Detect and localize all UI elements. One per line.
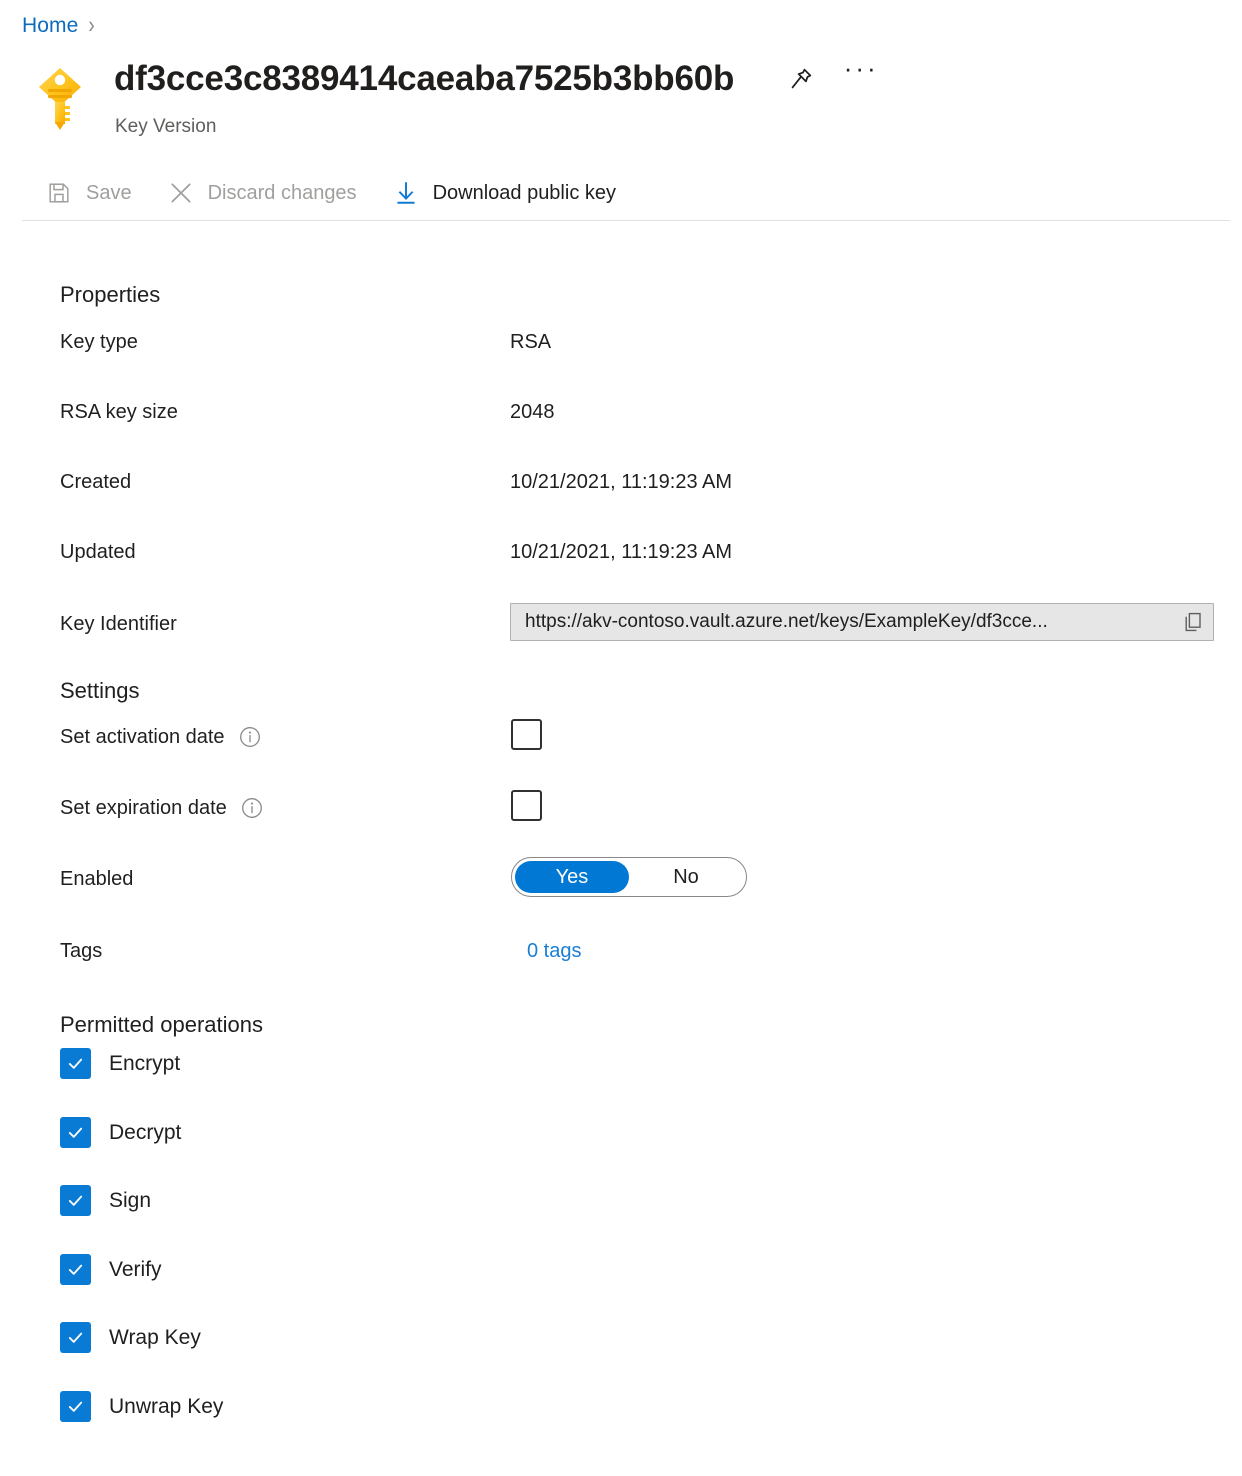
encrypt-label: Encrypt	[109, 1050, 180, 1078]
encrypt-checkbox[interactable]	[60, 1048, 91, 1079]
permitted-operation-row[interactable]: Encrypt	[0, 1048, 180, 1079]
command-bar: Save Discard changes Download public key	[36, 172, 642, 214]
set-expiration-date-text: Set expiration date	[60, 794, 227, 822]
verify-label: Verify	[109, 1256, 162, 1284]
permitted-operation-row[interactable]: Decrypt	[0, 1117, 181, 1148]
save-label: Save	[86, 180, 132, 206]
permitted-operation-row[interactable]: Wrap Key	[0, 1322, 201, 1353]
wrap-key-checkbox[interactable]	[60, 1322, 91, 1353]
permitted-operation-row[interactable]: Sign	[0, 1185, 151, 1216]
key-identifier-label: Key Identifier	[60, 610, 177, 638]
unwrap-key-checkbox[interactable]	[60, 1391, 91, 1422]
save-icon	[46, 180, 72, 206]
key-type-label: Key type	[60, 328, 138, 356]
tags-link[interactable]: 0 tags	[527, 937, 581, 965]
breadcrumb: Home ›	[22, 12, 95, 40]
command-bar-divider	[22, 220, 1230, 221]
sign-checkbox[interactable]	[60, 1185, 91, 1216]
key-icon	[30, 62, 90, 132]
unwrap-key-label: Unwrap Key	[109, 1393, 223, 1421]
settings-heading: Settings	[60, 676, 140, 706]
permitted-operation-row[interactable]: Verify	[0, 1254, 162, 1285]
set-expiration-date-checkbox[interactable]	[511, 790, 542, 821]
created-value: 10/21/2021, 11:19:23 AM	[510, 468, 732, 496]
decrypt-label: Decrypt	[109, 1119, 181, 1147]
tags-label: Tags	[60, 937, 102, 965]
updated-label: Updated	[60, 538, 136, 566]
key-identifier-value: https://akv-contoso.vault.azure.net/keys…	[525, 609, 1179, 635]
page-subtitle: Key Version	[115, 114, 216, 140]
set-activation-date-text: Set activation date	[60, 723, 225, 751]
breadcrumb-home-link[interactable]: Home	[22, 12, 78, 40]
info-icon[interactable]	[241, 797, 263, 819]
save-button[interactable]: Save	[36, 172, 142, 214]
set-activation-date-checkbox[interactable]	[511, 719, 542, 750]
wrap-key-label: Wrap Key	[109, 1324, 201, 1352]
rsa-key-size-label: RSA key size	[60, 398, 178, 426]
enabled-toggle-no[interactable]: No	[629, 861, 743, 893]
discard-changes-button[interactable]: Discard changes	[158, 172, 367, 214]
set-activation-date-label: Set activation date	[60, 723, 261, 751]
discard-changes-label: Discard changes	[208, 180, 357, 206]
rsa-key-size-value: 2048	[510, 398, 555, 426]
page-header: df3cce3c8389414caeaba7525b3bb60b ··· Key…	[22, 56, 1220, 152]
sign-label: Sign	[109, 1187, 151, 1215]
properties-heading: Properties	[60, 280, 160, 310]
permitted-operations-heading: Permitted operations	[60, 1010, 263, 1040]
enabled-toggle[interactable]: Yes No	[511, 857, 747, 897]
created-label: Created	[60, 468, 131, 496]
download-public-key-label: Download public key	[433, 180, 616, 206]
key-identifier-field[interactable]: https://akv-contoso.vault.azure.net/keys…	[510, 603, 1214, 641]
ellipsis-icon[interactable]: ···	[844, 62, 878, 96]
permitted-operation-row[interactable]: Unwrap Key	[0, 1391, 223, 1422]
info-icon[interactable]	[239, 726, 261, 748]
page-title: df3cce3c8389414caeaba7525b3bb60b	[114, 56, 734, 102]
chevron-right-icon: ›	[88, 9, 94, 44]
set-expiration-date-label: Set expiration date	[60, 794, 263, 822]
close-icon	[168, 180, 194, 206]
decrypt-checkbox[interactable]	[60, 1117, 91, 1148]
key-type-value: RSA	[510, 328, 551, 356]
enabled-label: Enabled	[60, 865, 133, 893]
verify-checkbox[interactable]	[60, 1254, 91, 1285]
pin-icon[interactable]	[784, 62, 818, 96]
title-row: df3cce3c8389414caeaba7525b3bb60b ···	[114, 56, 878, 102]
enabled-toggle-yes[interactable]: Yes	[515, 861, 629, 893]
download-icon	[393, 180, 419, 206]
download-public-key-button[interactable]: Download public key	[383, 172, 626, 214]
copy-icon[interactable]	[1179, 608, 1207, 636]
updated-value: 10/21/2021, 11:19:23 AM	[510, 538, 732, 566]
